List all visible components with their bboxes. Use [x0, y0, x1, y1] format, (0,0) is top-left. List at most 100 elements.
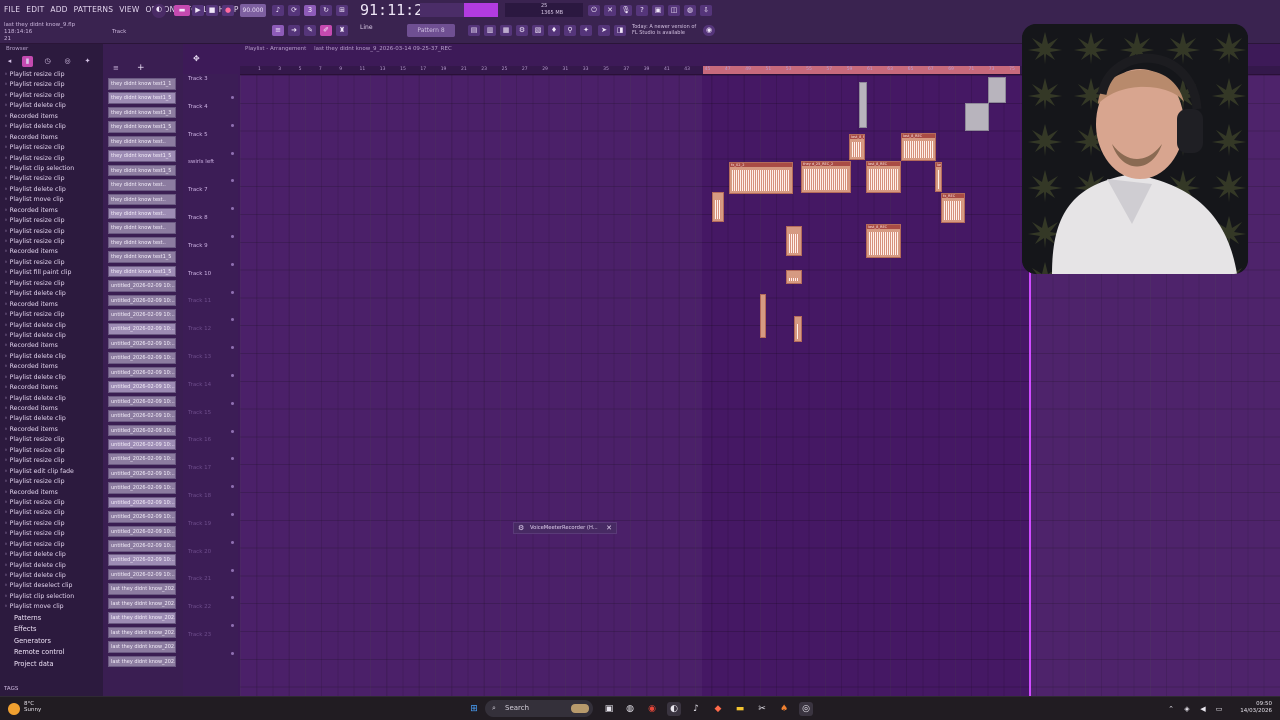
audio-clip-small[interactable]: [786, 226, 802, 256]
menu-add[interactable]: ADD: [50, 5, 67, 14]
pencil-icon[interactable]: ✎: [304, 25, 316, 36]
clip-item[interactable]: they didnt know test..: [108, 222, 176, 234]
clip-item[interactable]: untitled_2026-02-09 10:..: [108, 352, 176, 364]
history-item[interactable]: Recorded items: [4, 425, 102, 435]
history-item[interactable]: Playlist resize clip: [4, 154, 102, 164]
panic-icon[interactable]: ✕: [604, 5, 616, 16]
playhead[interactable]: [1029, 270, 1031, 696]
arrow-icon[interactable]: ➤: [598, 25, 610, 36]
metronome-icon[interactable]: ♪: [272, 5, 284, 16]
folder-view-icon[interactable]: ▮: [22, 56, 33, 67]
audio-clip-small[interactable]: [794, 316, 802, 342]
clip-item[interactable]: untitled_2026-02-09 10:..: [108, 337, 176, 350]
history-item[interactable]: Playlist resize clip: [4, 310, 102, 320]
history-item[interactable]: Recorded items: [4, 488, 102, 498]
track-led[interactable]: [231, 207, 234, 211]
track-label[interactable]: Track 10: [188, 271, 211, 277]
track-label[interactable]: Track 8: [188, 215, 208, 221]
history-item[interactable]: Playlist delete clip: [4, 550, 102, 560]
browser-section-project-data[interactable]: Project data: [4, 659, 102, 671]
tuner-icon[interactable]: ◫: [668, 5, 680, 16]
browser-icon[interactable]: ▧: [532, 25, 544, 36]
history-item[interactable]: Playlist resize clip: [4, 540, 102, 550]
download-icon[interactable]: ⇩: [700, 5, 712, 16]
snap-select[interactable]: Line: [360, 24, 373, 31]
track-label[interactable]: swirls left: [188, 159, 214, 165]
clip-item[interactable]: they didnt know test..: [108, 207, 176, 220]
track-label[interactable]: Track 22: [188, 604, 211, 610]
clip-item[interactable]: untitled_2026-02-09 10:..: [108, 309, 176, 321]
clip-item[interactable]: untitled_2026-02-09 10:..: [108, 482, 176, 494]
track-led[interactable]: [231, 401, 234, 405]
clip-item[interactable]: they didnt know test..: [108, 135, 176, 148]
history-item[interactable]: Recorded items: [4, 206, 102, 216]
tiktok-icon[interactable]: ♪: [689, 702, 703, 716]
history-item[interactable]: Playlist delete clip: [4, 331, 102, 341]
clip-item[interactable]: untitled_2026-02-09 10:..: [108, 525, 176, 538]
power-icon[interactable]: ⏻: [588, 5, 600, 16]
track-label[interactable]: Track 18: [188, 493, 211, 499]
chrome-icon[interactable]: ◉: [645, 702, 659, 716]
track-label[interactable]: Track 3: [188, 76, 208, 82]
capcut-icon[interactable]: ✂: [755, 702, 769, 716]
history-item[interactable]: Playlist resize clip: [4, 508, 102, 518]
menu-view[interactable]: VIEW: [119, 5, 139, 14]
track-led[interactable]: [231, 652, 234, 655]
pattern-selector[interactable]: Pattern 8: [407, 24, 455, 37]
step-edit-icon[interactable]: ⊞: [336, 5, 348, 16]
clip-item[interactable]: untitled_2026-02-09 10:..: [108, 424, 176, 436]
history-item[interactable]: Playlist move clip: [4, 602, 102, 612]
track-led[interactable]: [231, 429, 234, 433]
track-label[interactable]: Track 5: [188, 132, 208, 138]
track-label[interactable]: Track 12: [188, 326, 211, 332]
clip-item[interactable]: they didnt know test1_5: [108, 265, 176, 278]
track-led[interactable]: [231, 262, 234, 266]
history-item[interactable]: Recorded items: [4, 404, 102, 414]
clip-item[interactable]: they didnt know test..: [108, 193, 176, 205]
history-item[interactable]: Playlist delete clip: [4, 561, 102, 571]
clip-item[interactable]: untitled_2026-02-09 10:..: [108, 366, 176, 379]
clip-item[interactable]: they didnt know test1_5: [108, 150, 176, 162]
record-icon[interactable]: ●: [222, 5, 234, 16]
history-item[interactable]: Playlist move clip: [4, 195, 102, 205]
track-led[interactable]: [231, 123, 234, 127]
track-led[interactable]: [231, 568, 234, 572]
news-icon[interactable]: ◨: [614, 25, 626, 36]
track-led[interactable]: [231, 624, 234, 628]
clock[interactable]: 09:50 14/03/2026: [1240, 701, 1272, 715]
track-label[interactable]: Track 20: [188, 549, 211, 555]
clip-item[interactable]: untitled_2026-02-09 10:..: [108, 540, 176, 552]
clip-item[interactable]: they didnt know test1_5: [108, 121, 176, 133]
history-item[interactable]: Playlist delete clip: [4, 394, 102, 404]
history-item[interactable]: Playlist delete clip: [4, 185, 102, 195]
track-led[interactable]: [231, 346, 234, 350]
track-label[interactable]: Track 14: [188, 382, 211, 388]
pin-icon[interactable]: ⚲: [564, 25, 576, 36]
network-icon[interactable]: ◈: [1180, 702, 1194, 716]
taskbar-search[interactable]: ⌕ Search: [485, 700, 593, 717]
battery-icon[interactable]: ▭: [1212, 702, 1226, 716]
history-item[interactable]: Playlist resize clip: [4, 227, 102, 237]
clip-item[interactable]: they didnt know test1_5: [108, 164, 176, 177]
history-item[interactable]: Playlist delete clip: [4, 571, 102, 581]
history-item[interactable]: Playlist fill paint clip: [4, 268, 102, 278]
song-pattern-toggle[interactable]: ▬: [174, 5, 190, 16]
clip-item[interactable]: untitled_2026-02-09 10:..: [108, 395, 176, 408]
clip-item[interactable]: they didnt know test1_1: [108, 78, 176, 90]
clip-item[interactable]: untitled_2026-02-09 10:..: [108, 381, 176, 393]
clip-item[interactable]: untitled_2026-02-09 10:..: [108, 453, 176, 465]
weather-widget[interactable]: 8°C Sunny: [24, 701, 41, 713]
track-led[interactable]: [231, 179, 234, 183]
audio-clip[interactable]: fx_REC: [941, 193, 965, 223]
audio-clip[interactable]: they d_25_REC_2: [801, 161, 851, 193]
lock-icon[interactable]: ▣: [652, 5, 664, 16]
gear-icon[interactable]: ⚙: [518, 523, 524, 534]
clip-item[interactable]: untitled_2026-02-09 10:..: [108, 294, 176, 307]
track-led[interactable]: [231, 513, 234, 516]
history-item[interactable]: Recorded items: [4, 383, 102, 393]
history-item[interactable]: Playlist resize clip: [4, 237, 102, 247]
audio-clip[interactable]: last_8_REC: [866, 224, 901, 258]
list-icon[interactable]: ≡: [113, 64, 119, 72]
history-item[interactable]: Playlist resize clip: [4, 174, 102, 184]
track-led[interactable]: [231, 318, 234, 322]
